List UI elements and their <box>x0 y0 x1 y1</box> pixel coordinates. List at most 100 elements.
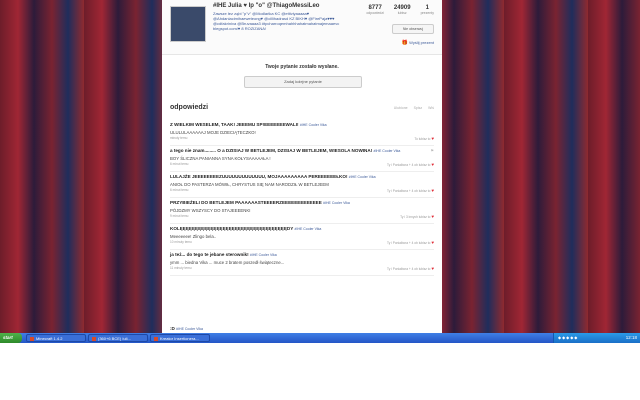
answer-filters: Ulubione Spisz Wiś <box>394 106 434 110</box>
asker-link[interactable]: #IHE Cooler Vika <box>374 149 401 153</box>
answer-likes[interactable]: Ty i Poniaibora + 4 ob lubisz to ♥ <box>387 162 434 167</box>
likes-label: Ty i Poniaibora + 4 ob lubisz to <box>386 189 431 193</box>
send-gift-link[interactable]: 🎁 Wyślij prezent <box>402 40 434 46</box>
send-gift-label: Wyślij prezent <box>409 40 434 45</box>
heart-icon[interactable]: ♥ <box>431 162 434 167</box>
start-button[interactable]: start <box>0 333 22 343</box>
heart-icon[interactable]: ♥ <box>431 136 434 141</box>
unfollow-button[interactable]: Nie obserwuj <box>392 24 434 34</box>
question-text: KOLĘĘĘĘĘĘĘĘĘĘĘĘĘĘĘĘĘĘĘĘĘĘĘĘĘĘĘĘĘĘĘĘĘĘĘDY… <box>170 226 434 232</box>
answers-section-header: odpowiedzi Ulubione Spisz Wiś <box>170 104 434 114</box>
task-label: Kreator Insertionera... <box>160 336 199 341</box>
app-icon <box>92 336 96 341</box>
answer-text: ULULULAAAAAAJ MOJE DZIECIĄTECZKO! <box>170 130 256 135</box>
answer-item: ja też... do tego te jebane sterownik! #… <box>170 250 434 276</box>
taskbar-item-wizard[interactable]: Kreator Insertionera... <box>150 334 210 342</box>
asker-link[interactable]: #IHE Cooler Vika <box>300 123 327 127</box>
answer-meta: 9 minut temu Ty i 3 innych lubisz to ♥ <box>170 214 434 220</box>
question-label: LULAJŻE JEEEEEEEEZUUUUUUUUUUUUU, MOJAAAA… <box>170 174 348 179</box>
heart-icon[interactable]: ♥ <box>431 188 434 193</box>
partial-question: :D #IHE Cooler Vika <box>170 326 203 331</box>
taskbar-item-minecraft[interactable]: Minecraft 1.4.2 <box>26 334 86 342</box>
likes-label: Ty i Poniaibora + 4 ob lubisz to <box>386 241 431 245</box>
answer-likes[interactable]: Ty i Poniaibora + 4 ob lubisz to ♥ <box>387 266 434 271</box>
question-text: Z WIELKIM WESELEM, TAAK! JEEEMU SP!EEEEE… <box>170 122 434 128</box>
stat-likes[interactable]: 24909 lubisz <box>394 5 411 15</box>
question-label: PRZYBIEŻELI DO BETLEJEM PAAAAAASTEEEERZE… <box>170 200 322 205</box>
profile-header: #IHE Julia ♥ Ip "o" @ThiagoMessiLeo Zaws… <box>162 0 442 55</box>
answer-text: ANIOŁ DO PASTERZA MÓWIŁ, CHRYSTUS SIĘ NA… <box>170 182 329 187</box>
answer-meta: 6 minut temu Ty i Poniaibora + 4 ob lubi… <box>170 162 434 168</box>
answer-item: ⚑ a tego nie znam......... O a DZISIAJ W… <box>170 146 434 172</box>
likes-label: Ty i Poniaibora + 4 ob lubisz to <box>386 267 431 271</box>
answer-text: BOY ŚLICZNA PANIANNA SYNA KOŁYSAAAAAŁA ! <box>170 156 271 161</box>
answers-list: Z WIELKIM WESELEM, TAAK! JEEEMU SP!EEEEE… <box>170 120 434 276</box>
stat-label: prezenty <box>420 11 434 15</box>
question-sent-message: Twoje pytanie zostało wysłane. <box>265 64 339 70</box>
clock[interactable]: 12:18 <box>626 333 637 343</box>
ask-another-button[interactable]: Zadaj kolejne pytanie <box>244 76 362 88</box>
answer-likes[interactable]: Ty i Poniaibora + 4 ob lubisz to ♥ <box>387 240 434 245</box>
filter-favorites[interactable]: Ulubione <box>394 106 408 110</box>
heart-icon[interactable]: ♥ <box>431 214 434 219</box>
taskbar: start Minecraft 1.4.2 (360+6 BCE) Iuli..… <box>0 333 640 343</box>
asker-link[interactable]: #IHE Cooler Vika <box>323 201 350 205</box>
question-text: a tego nie znam......... O a DZISIAJ W B… <box>170 148 434 154</box>
answer-meta: 6 minut temu Ty i Poniaibora + 4 ob lubi… <box>170 188 434 194</box>
heart-icon[interactable]: ♥ <box>431 240 434 245</box>
answer-meta: 10 minuty temu Ty i Poniaibora + 4 ob lu… <box>170 240 434 246</box>
answer-likes[interactable]: Ty i 3 innych lubisz to ♥ <box>400 214 434 219</box>
answer-time[interactable]: minuty temu <box>170 136 187 140</box>
answer-text: Meeeeeee! Zlingo bela.. <box>170 234 217 239</box>
question-text: LULAJŻE JEEEEEEEEZUUUUUUUUUUUUU, MOJAAAA… <box>170 174 434 180</box>
answer-time[interactable]: 10 minuty temu <box>170 240 192 244</box>
task-label: (360+6 BCE) Iuli... <box>98 336 131 341</box>
profile-stats: 8777 odpowiedzi 24909 lubisz 1 prezenty <box>366 5 434 15</box>
answer-item: LULAJŻE JEEEEEEEEZUUUUUUUUUUUUU, MOJAAAA… <box>170 172 434 198</box>
app-icon <box>154 336 158 341</box>
answer-meta: 11 minuty temu Ty i Poniaibora + 4 ob lu… <box>170 266 434 272</box>
answer-likes[interactable]: To lubisz to ♥ <box>414 136 434 141</box>
likes-label: To lubisz to <box>414 137 431 141</box>
likes-label: Ty i 3 innych lubisz to <box>400 215 431 219</box>
answer-item: Z WIELKIM WESELEM, TAAK! JEEEMU SP!EEEEE… <box>170 120 434 146</box>
answer-meta: minuty temu To lubisz to ♥ <box>170 136 434 142</box>
question-label: ja też... do tego te jebane sterownik! <box>170 252 249 257</box>
question-text: PRZYBIEŻELI DO BETLEJEM PAAAAAASTEEEERZE… <box>170 200 434 206</box>
answer-time[interactable]: 6 minut temu <box>170 162 188 166</box>
system-tray: ◆◆◆◆◆ 12:18 <box>553 333 640 343</box>
answer-text: ymm ... biedna Vika ... muce 2 bratem po… <box>170 260 285 265</box>
taskbar-item-browser[interactable]: (360+6 BCE) Iuli... <box>88 334 148 342</box>
asker-link[interactable]: #IHE Cooler Vika <box>176 327 203 331</box>
filter-more[interactable]: Wiś <box>428 106 434 110</box>
answer-time[interactable]: 11 minuty temu <box>170 266 192 270</box>
flag-icon[interactable]: ⚑ <box>430 148 434 153</box>
stat-label: odpowiedzi <box>366 11 384 15</box>
question-label: KOLĘĘĘĘĘĘĘĘĘĘĘĘĘĘĘĘĘĘĘĘĘĘĘĘĘĘĘĘĘĘĘĘĘĘĘDY <box>170 226 294 231</box>
asker-link[interactable]: #IHE Cooler Vika <box>349 175 376 179</box>
answer-text: PÓJDZMY WSZYSCY DO STAJEEEENKI <box>170 208 251 213</box>
answer-likes[interactable]: Ty i Poniaibora + 4 ob lubisz to ♥ <box>387 188 434 193</box>
ask-profile-page: #IHE Julia ♥ Ip "o" @ThiagoMessiLeo Zaws… <box>162 0 442 333</box>
answer-item: PRZYBIEŻELI DO BETLEJEM PAAAAAASTEEEERZE… <box>170 198 434 224</box>
stat-answers[interactable]: 8777 odpowiedzi <box>366 5 384 15</box>
question-label: Z WIELKIM WESELEM, TAAK! JEEEMU SP!EEEEE… <box>170 122 299 127</box>
task-label: Minecraft 1.4.2 <box>36 336 63 341</box>
question-label: :D <box>170 326 175 331</box>
avatar[interactable] <box>170 6 206 42</box>
asker-link[interactable]: #IHE Cooler Vika <box>295 227 322 231</box>
asker-link[interactable]: #IHE Cooler Vika <box>250 253 277 257</box>
stat-gifts[interactable]: 1 prezenty <box>421 5 434 15</box>
section-title: odpowiedzi <box>170 104 209 111</box>
app-icon <box>30 336 34 341</box>
profile-bio: Zawsze łez ząbi "p"v" @Modlańka KC @etti… <box>213 11 340 31</box>
answer-time[interactable]: 9 minut temu <box>170 214 188 218</box>
filter-list[interactable]: Spisz <box>414 106 423 110</box>
heart-icon[interactable]: ♥ <box>431 266 434 271</box>
gift-icon: 🎁 <box>401 40 409 46</box>
answer-time[interactable]: 6 minut temu <box>170 188 188 192</box>
question-label: a tego nie znam......... O a DZISIAJ W B… <box>170 148 373 153</box>
answer-item: KOLĘĘĘĘĘĘĘĘĘĘĘĘĘĘĘĘĘĘĘĘĘĘĘĘĘĘĘĘĘĘĘĘĘĘĘDY… <box>170 224 434 250</box>
profile-name: #IHE Julia ♥ Ip "o" @ThiagoMessiLeo <box>213 3 320 9</box>
tray-icons[interactable]: ◆◆◆◆◆ <box>558 335 578 340</box>
